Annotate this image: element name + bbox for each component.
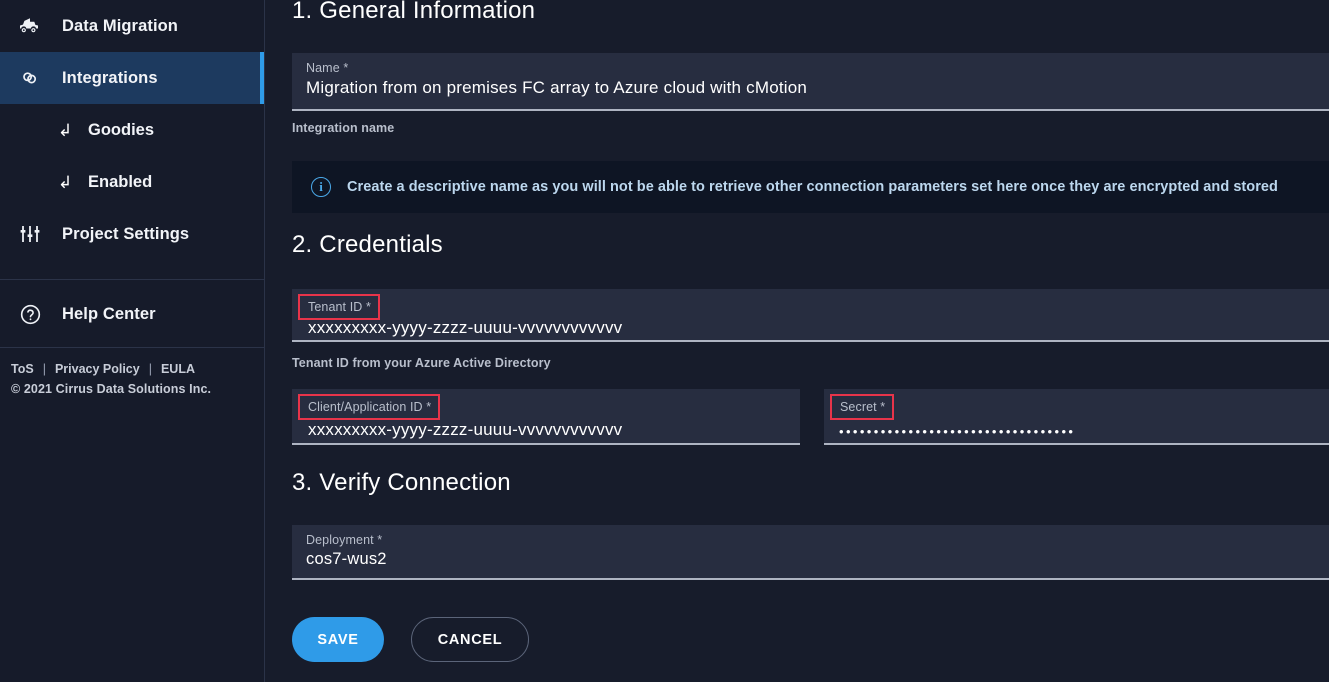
sidebar-item-enabled[interactable]: ↲ Enabled (0, 156, 264, 208)
section-title-general-information: 1. General Information (292, 0, 535, 25)
tenant-id-field-label: Tenant ID * (298, 294, 380, 320)
secret-field[interactable]: Secret * •••••••••••••••••••••••••••••••… (824, 389, 1329, 445)
sliders-icon (8, 222, 52, 246)
app-root: Data Migration Integrations ↲ Goodies ↲ … (0, 0, 1329, 682)
truck-icon (8, 14, 52, 38)
sidebar-item-integrations[interactable]: Integrations (0, 52, 264, 104)
main-content: 1. General Information Name * Migration … (265, 0, 1329, 682)
secret-field-value: •••••••••••••••••••••••••••••••••• (824, 420, 1329, 439)
tos-link[interactable]: ToS (11, 362, 34, 376)
name-field-value: Migration from on premises FC array to A… (292, 77, 1329, 98)
sidebar-footer: ToS | Privacy Policy | EULA © 2021 Cirru… (0, 348, 264, 396)
name-field-label: Name * (292, 53, 348, 75)
eula-link[interactable]: EULA (161, 362, 195, 376)
link-chain-icon (8, 66, 52, 90)
section-title-verify-connection: 3. Verify Connection (292, 469, 511, 497)
secret-field-label: Secret * (830, 394, 894, 420)
arrow-turn-down-right-icon: ↲ (58, 174, 84, 191)
help-block: Help Center (0, 280, 264, 347)
arrow-turn-down-right-icon: ↲ (58, 122, 84, 139)
client-application-id-field[interactable]: Client/Application ID * xxxxxxxxx-yyyy-z… (292, 389, 800, 445)
section-title-credentials: 2. Credentials (292, 231, 443, 259)
cancel-button[interactable]: CANCEL (411, 617, 529, 662)
name-field-helper: Integration name (292, 121, 394, 135)
footer-separator: | (34, 362, 55, 376)
sidebar-subitem-label: Enabled (84, 173, 152, 192)
tenant-id-field-helper: Tenant ID from your Azure Active Directo… (292, 356, 551, 370)
deployment-select-value: cos7-wus2 (292, 549, 1329, 569)
info-banner-text: Create a descriptive name as you will no… (331, 179, 1278, 195)
sidebar: Data Migration Integrations ↲ Goodies ↲ … (0, 0, 265, 682)
form-actions: SAVE CANCEL (292, 617, 529, 662)
sidebar-item-data-migration[interactable]: Data Migration (0, 0, 264, 52)
privacy-policy-link[interactable]: Privacy Policy (55, 362, 140, 376)
tenant-id-field[interactable]: Tenant ID * xxxxxxxxx-yyyy-zzzz-uuuu-vvv… (292, 289, 1329, 342)
info-banner: i Create a descriptive name as you will … (292, 161, 1329, 213)
copyright-text: © 2021 Cirrus Data Solutions Inc. (11, 382, 252, 396)
sidebar-item-label: Project Settings (52, 225, 189, 244)
sidebar-item-label: Help Center (52, 305, 156, 324)
sidebar-item-project-settings[interactable]: Project Settings (0, 208, 264, 260)
sidebar-item-help-center[interactable]: Help Center (0, 281, 264, 347)
name-field[interactable]: Name * Migration from on premises FC arr… (292, 53, 1329, 111)
tenant-id-field-value: xxxxxxxxx-yyyy-zzzz-uuuu-vvvvvvvvvvvv (292, 317, 1329, 338)
sidebar-item-label: Data Migration (52, 17, 178, 36)
info-circle-icon: i (311, 177, 331, 197)
client-application-id-field-label: Client/Application ID * (298, 394, 440, 420)
sidebar-subitem-label: Goodies (84, 121, 154, 140)
deployment-select[interactable]: Deployment * cos7-wus2 (292, 525, 1329, 580)
sidebar-item-label: Integrations (52, 69, 158, 88)
question-circle-icon (8, 303, 52, 326)
footer-separator: | (140, 362, 161, 376)
footer-links: ToS | Privacy Policy | EULA (11, 362, 252, 376)
save-button[interactable]: SAVE (292, 617, 384, 662)
sidebar-item-goodies[interactable]: ↲ Goodies (0, 104, 264, 156)
client-application-id-field-value: xxxxxxxxx-yyyy-zzzz-uuuu-vvvvvvvvvvvv (292, 419, 800, 440)
deployment-select-label: Deployment * (292, 525, 382, 547)
